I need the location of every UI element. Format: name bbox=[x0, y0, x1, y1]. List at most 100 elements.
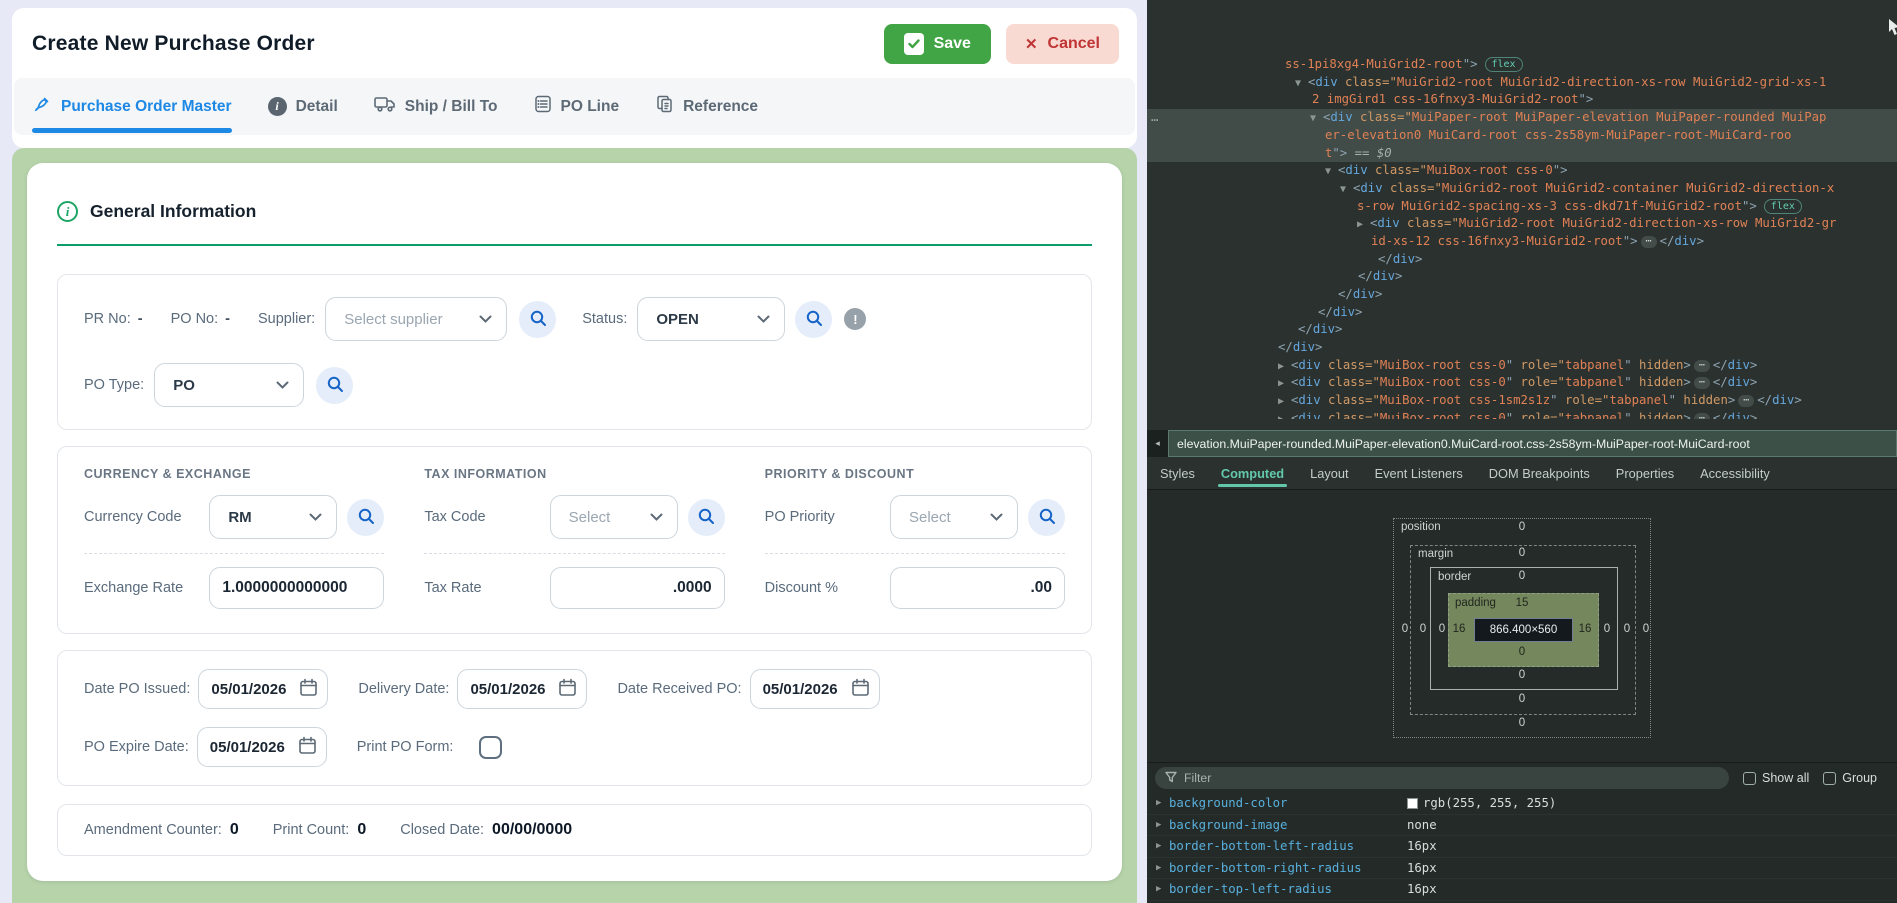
elements-tree-line[interactable]: </div> bbox=[1147, 286, 1897, 304]
currency-code-dropdown[interactable]: RM bbox=[209, 495, 337, 539]
inline-expand-icon[interactable]: ⋯ bbox=[1694, 413, 1710, 419]
expand-caret-icon[interactable]: ▶ bbox=[1156, 841, 1169, 851]
expand-caret-icon[interactable]: ▶ bbox=[1278, 375, 1291, 393]
tab-ship-bill-to[interactable]: Ship / Bill To bbox=[374, 78, 498, 135]
status-dropdown[interactable]: OPEN bbox=[637, 297, 785, 341]
currency-search-button[interactable] bbox=[347, 499, 384, 536]
save-button[interactable]: Save bbox=[884, 24, 991, 64]
collapse-caret-icon[interactable]: ▼ bbox=[1295, 75, 1308, 93]
expand-caret-icon[interactable]: ▶ bbox=[1156, 863, 1169, 873]
elements-tree-line[interactable]: ▶<div class="MuiBox-root css-1sm2s1z" ro… bbox=[1147, 392, 1897, 410]
flex-badge[interactable]: flex bbox=[1764, 199, 1802, 214]
computed-property-row[interactable]: ▶background-colorrgb(255, 255, 255) bbox=[1147, 793, 1897, 815]
breadcrumb-selected[interactable]: elevation.MuiPaper-rounded.MuiPaper-elev… bbox=[1168, 430, 1897, 457]
expand-caret-icon[interactable]: ▶ bbox=[1278, 358, 1291, 376]
date-po-issued-input[interactable]: 05/01/2026 bbox=[198, 669, 328, 709]
cancel-button[interactable]: ✕ Cancel bbox=[1006, 24, 1119, 64]
elements-tree-line[interactable]: ▶<div class="MuiBox-root css-0" role="ta… bbox=[1147, 374, 1897, 392]
priority-search-button[interactable] bbox=[1028, 499, 1065, 536]
po-expire-date-label: PO Expire Date: bbox=[84, 739, 189, 755]
tab-purchase-order-master[interactable]: Purchase Order Master bbox=[32, 78, 232, 135]
computed-properties-list: ▶background-colorrgb(255, 255, 255)▶back… bbox=[1147, 793, 1897, 901]
discount-input[interactable] bbox=[890, 567, 1065, 609]
elements-tree-line[interactable]: ss-1pi8xg4-MuiGrid2-root">flex bbox=[1147, 56, 1897, 74]
expand-caret-icon[interactable]: ▶ bbox=[1278, 393, 1291, 411]
elements-tree-line[interactable]: </div> bbox=[1147, 268, 1897, 286]
inline-expand-icon[interactable]: ⋯ bbox=[1641, 236, 1657, 248]
supplier-search-button[interactable] bbox=[519, 301, 556, 338]
elements-tree-line[interactable]: </div> bbox=[1147, 321, 1897, 339]
computed-property-row[interactable]: ▶border-bottom-right-radius16px bbox=[1147, 858, 1897, 880]
elements-tree-line[interactable]: ▶<div class="MuiBox-root css-0" role="ta… bbox=[1147, 410, 1897, 419]
calendar-icon[interactable] bbox=[299, 678, 318, 701]
devtools-tab-properties[interactable]: Properties bbox=[1603, 457, 1687, 489]
tab-detail[interactable]: i Detail bbox=[268, 78, 338, 135]
tab-po-line[interactable]: PO Line bbox=[534, 78, 620, 135]
elements-tree-line-selected[interactable]: t"> == $0 bbox=[1147, 145, 1897, 163]
delivery-date-input[interactable]: 05/01/2026 bbox=[457, 669, 587, 709]
inline-expand-icon[interactable]: ⋯ bbox=[1694, 377, 1710, 389]
elements-tree-line-selected[interactable]: er-elevation0 MuiCard-root css-2s58ym-Mu… bbox=[1147, 127, 1897, 145]
elements-tree-line[interactable]: ▼<div class="MuiGrid2-root MuiGrid2-cont… bbox=[1147, 180, 1897, 198]
status-search-button[interactable] bbox=[795, 301, 832, 338]
more-actions-icon[interactable]: … bbox=[1151, 109, 1158, 127]
expand-caret-icon[interactable]: ▶ bbox=[1278, 411, 1291, 419]
po-type-dropdown[interactable]: PO bbox=[154, 363, 304, 407]
devtools-tab-accessibility[interactable]: Accessibility bbox=[1687, 457, 1783, 489]
code-token: s-row MuiGrid2-spacing-xs-3 css-dkd71f-M… bbox=[1357, 199, 1742, 213]
expand-caret-icon[interactable]: ▶ bbox=[1156, 884, 1169, 894]
date-received-po-label: Date Received PO: bbox=[617, 681, 741, 697]
devtools-tab-computed[interactable]: Computed bbox=[1208, 457, 1297, 489]
computed-property-row[interactable]: ▶background-imagenone bbox=[1147, 815, 1897, 837]
box-model-diagram[interactable]: 866.400×560 position margin border paddi… bbox=[1393, 518, 1651, 738]
elements-tree-line[interactable]: 2 imgGird1 css-16fnxy3-MuiGrid2-root"> bbox=[1147, 91, 1897, 109]
expand-caret-icon[interactable]: ▶ bbox=[1357, 216, 1370, 234]
tax-code-dropdown[interactable]: Select bbox=[550, 495, 678, 539]
elements-tree-line[interactable]: s-row MuiGrid2-spacing-xs-3 css-dkd71f-M… bbox=[1147, 198, 1897, 216]
devtools-tab-dom-breakpoints[interactable]: DOM Breakpoints bbox=[1476, 457, 1603, 489]
elements-tree-line[interactable]: id-xs-12 css-16fnxy3-MuiGrid2-root">⋯</d… bbox=[1147, 233, 1897, 251]
computed-property-row[interactable]: ▶border-top-left-radius16px bbox=[1147, 879, 1897, 901]
po-type-search-button[interactable] bbox=[316, 367, 353, 404]
breadcrumb-back-button[interactable]: ◂ bbox=[1147, 430, 1168, 457]
print-po-form-checkbox[interactable] bbox=[479, 736, 502, 759]
elements-tree-line[interactable]: </div> bbox=[1147, 251, 1897, 269]
inline-expand-icon[interactable]: ⋯ bbox=[1694, 360, 1710, 372]
devtools-tab-layout[interactable]: Layout bbox=[1297, 457, 1361, 489]
po-priority-dropdown[interactable]: Select bbox=[890, 495, 1018, 539]
po-expire-date-input[interactable]: 05/01/2026 bbox=[197, 727, 327, 767]
devtools-tab-event-listeners[interactable]: Event Listeners bbox=[1362, 457, 1476, 489]
calendar-icon[interactable] bbox=[298, 736, 317, 759]
expand-caret-icon[interactable]: ▶ bbox=[1156, 820, 1169, 830]
calendar-icon[interactable] bbox=[558, 678, 577, 701]
expand-caret-icon[interactable]: ▶ bbox=[1156, 798, 1169, 808]
property-value: 16px bbox=[1407, 839, 1437, 853]
elements-tree-line[interactable]: </div> bbox=[1147, 339, 1897, 357]
calendar-icon[interactable] bbox=[851, 678, 870, 701]
group-checkbox[interactable] bbox=[1823, 772, 1836, 785]
inline-expand-icon[interactable]: ⋯ bbox=[1738, 395, 1754, 407]
elements-tree-line[interactable]: </div> bbox=[1147, 304, 1897, 322]
collapse-caret-icon[interactable]: ▼ bbox=[1340, 181, 1353, 199]
supplier-dropdown[interactable]: Select supplier bbox=[325, 297, 507, 341]
tab-reference[interactable]: Reference bbox=[655, 78, 758, 135]
elements-tree-line[interactable]: ▼<div class="MuiBox-root css-0"> bbox=[1147, 162, 1897, 180]
elements-tree[interactable]: ss-1pi8xg4-MuiGrid2-root">flex▼<div clas… bbox=[1147, 0, 1897, 430]
elements-tree-line-selected[interactable]: …▼<div class="MuiPaper-root MuiPaper-ele… bbox=[1147, 109, 1897, 127]
collapse-caret-icon[interactable]: ▼ bbox=[1325, 163, 1338, 181]
devtools-tab-styles[interactable]: Styles bbox=[1147, 457, 1208, 489]
tax-rate-input[interactable] bbox=[550, 567, 725, 609]
elements-tree-line[interactable]: ▶<div class="MuiBox-root css-0" role="ta… bbox=[1147, 357, 1897, 375]
tax-search-button[interactable] bbox=[688, 499, 725, 536]
filter-input[interactable]: Filter bbox=[1155, 767, 1729, 789]
elements-tree-line[interactable]: ▼<div class="MuiGrid2-root MuiGrid2-dire… bbox=[1147, 74, 1897, 92]
box-model-content[interactable]: 866.400×560 bbox=[1474, 618, 1573, 642]
elements-tree-line[interactable]: ▶<div class="MuiGrid2-root MuiGrid2-dire… bbox=[1147, 215, 1897, 233]
code-token: "> bbox=[1623, 234, 1638, 248]
date-received-po-input[interactable]: 05/01/2026 bbox=[750, 669, 880, 709]
exchange-rate-input[interactable] bbox=[209, 567, 384, 609]
flex-badge[interactable]: flex bbox=[1485, 57, 1523, 72]
show-all-checkbox[interactable] bbox=[1743, 772, 1756, 785]
collapse-caret-icon[interactable]: ▼ bbox=[1310, 110, 1323, 128]
computed-property-row[interactable]: ▶border-bottom-left-radius16px bbox=[1147, 836, 1897, 858]
